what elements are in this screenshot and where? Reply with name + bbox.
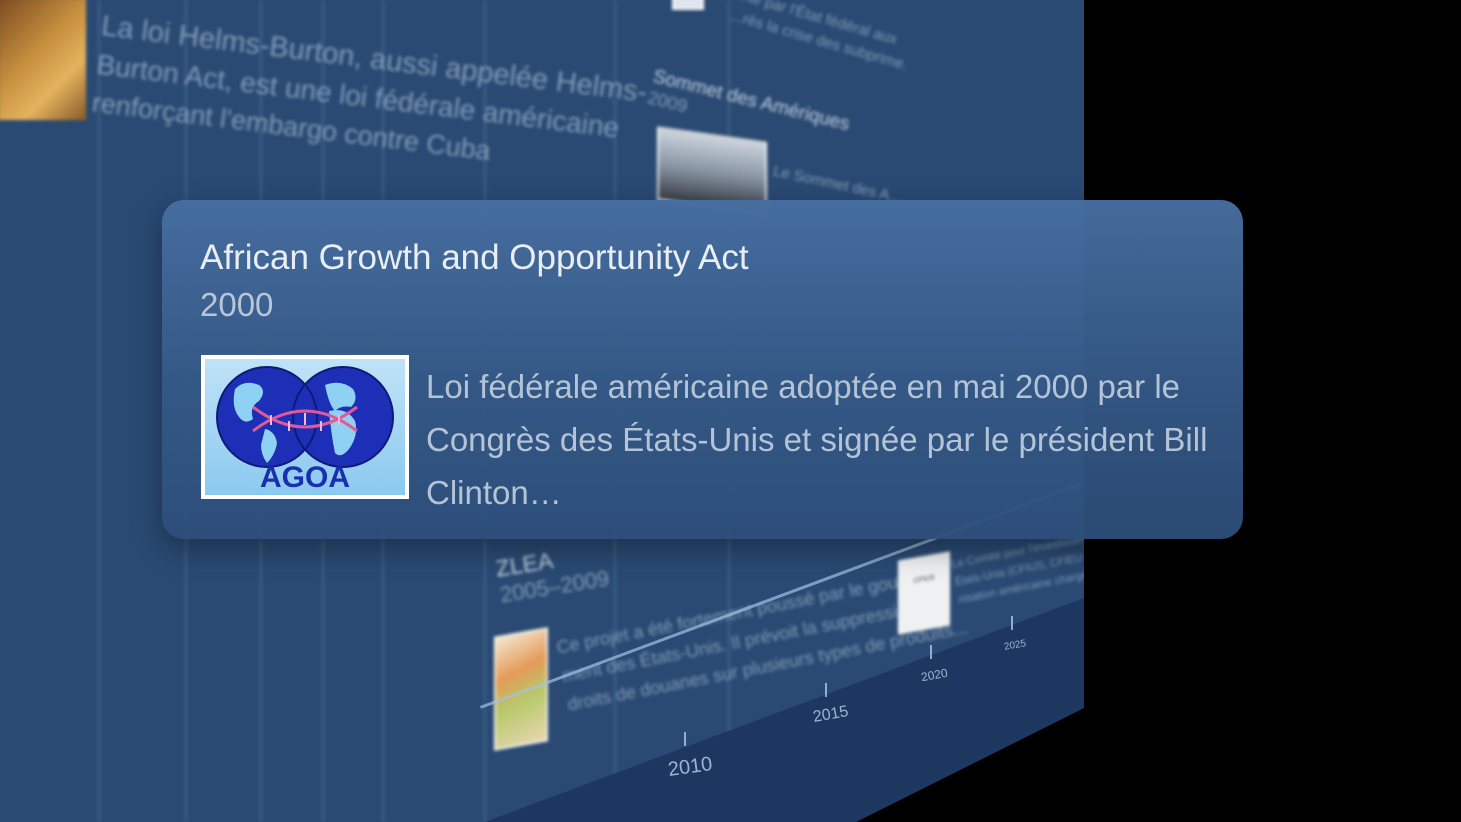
event-detail-card[interactable]: African Growth and Opportunity Act 2000 — [162, 200, 1243, 539]
event-description: Loi fédérale américaine adoptée en mai 2… — [426, 368, 1208, 511]
americas-map-thumbnail[interactable] — [494, 627, 548, 751]
zlea-item[interactable]: ZLEA 2005–2009 — [494, 539, 611, 609]
axis-tick — [684, 732, 686, 746]
axis-tick — [1011, 616, 1013, 630]
top-thumbnail[interactable] — [672, 0, 704, 10]
gavel-thumbnail[interactable] — [0, 0, 86, 120]
agoa-logo-text: AGOA — [260, 461, 350, 494]
axis-tick — [930, 645, 932, 659]
top-right-text: ...te par l'État fédéral aux ...rès la c… — [728, 0, 916, 77]
event-year: 2000 — [200, 286, 274, 323]
agoa-logo-thumbnail[interactable]: AGOA — [201, 355, 409, 499]
agoa-globe-logo-icon: AGOA — [205, 359, 405, 495]
cfius-document-thumbnail[interactable]: CFIUS — [898, 551, 950, 635]
axis-tick — [825, 683, 827, 697]
event-title: African Growth and Opportunity Act — [200, 238, 749, 277]
cfius-label: CFIUS — [913, 574, 935, 585]
helms-burton-text: La loi Helms-Burton, aussi appelée Helms… — [90, 6, 650, 188]
grid-line — [98, 0, 100, 822]
